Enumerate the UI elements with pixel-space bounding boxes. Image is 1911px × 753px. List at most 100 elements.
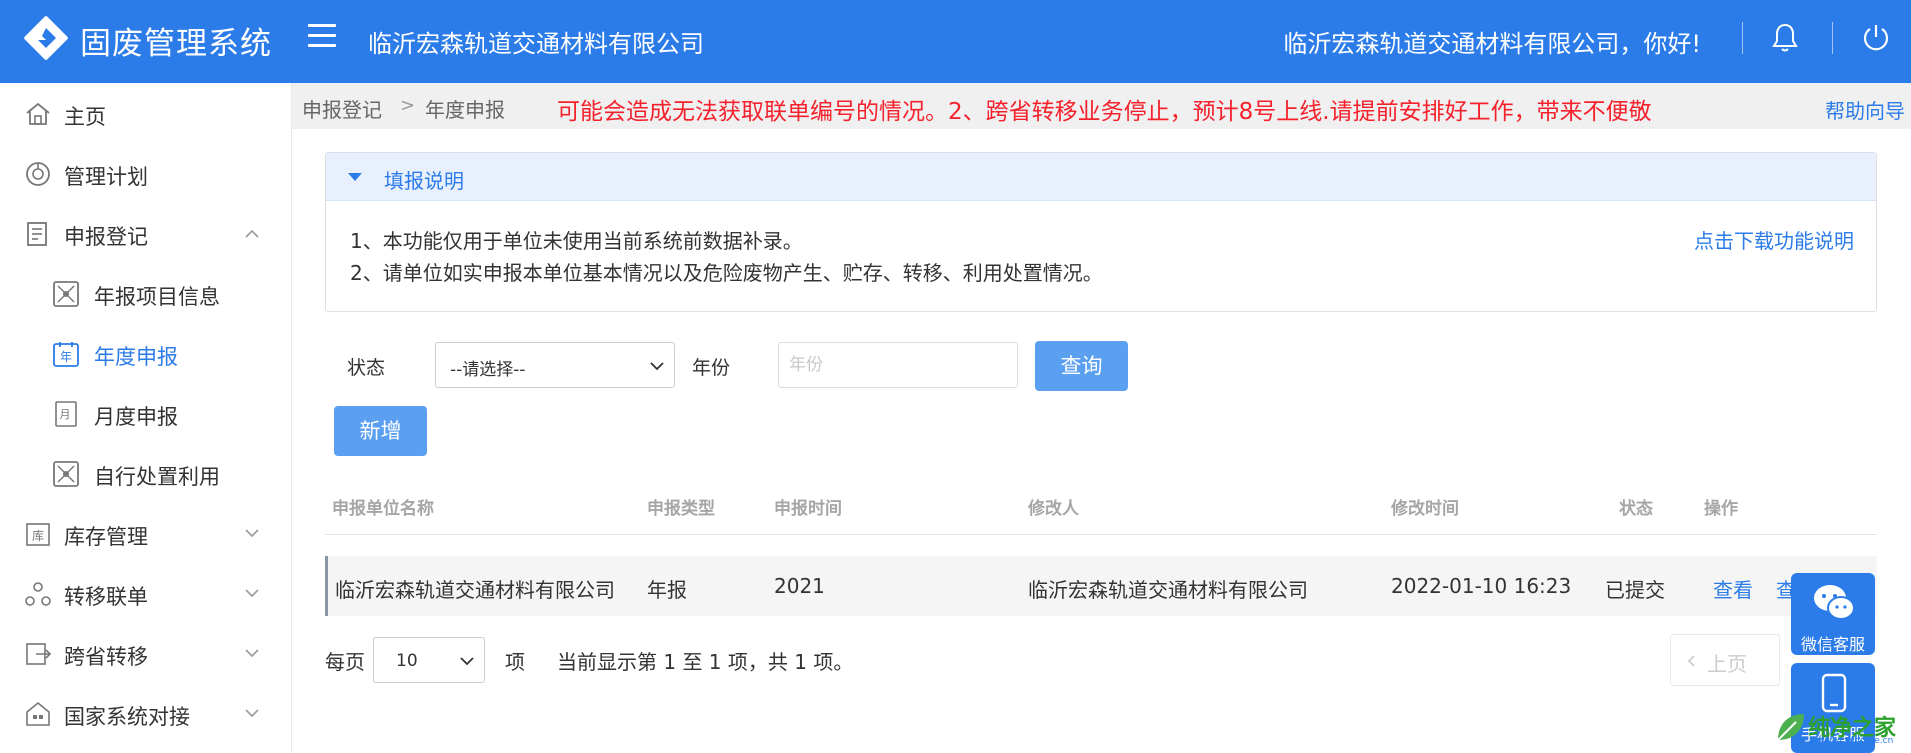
status-select[interactable]: --请选择-- — [435, 342, 675, 388]
prev-page-label: 上页 — [1707, 652, 1747, 676]
page-size-select[interactable]: 10 — [373, 637, 485, 683]
sidebar-item-monthly-report[interactable]: 月 月度申报 — [0, 386, 292, 442]
user-greeting: 临沂宏森轨道交通材料有限公司，你好! — [1283, 30, 1701, 58]
plan-icon — [26, 162, 50, 186]
svg-text:库: 库 — [32, 528, 44, 543]
sidebar-item-label: 管理计划 — [64, 165, 148, 189]
sidebar-item-home[interactable]: 主页 — [0, 86, 292, 142]
bell-icon[interactable] — [1770, 22, 1800, 54]
sidebar-item-inventory[interactable]: 库 库存管理 — [0, 506, 292, 562]
instruction-panel: 填报说明 1、本功能仅用于单位未使用当前系统前数据补录。 2、请单位如实申报本单… — [325, 152, 1877, 312]
status-select-value: --请选择-- — [450, 360, 526, 380]
instruction-line: 2、请单位如实申报本单位基本情况以及危险废物产生、贮存、转移、利用处置情况。 — [350, 261, 1103, 285]
cell-type: 年报 — [647, 578, 687, 602]
column-header-year[interactable]: 申报时间 — [774, 494, 842, 519]
chevron-down-icon — [245, 709, 259, 718]
wechat-service-label: 微信客服 — [1800, 635, 1865, 654]
prev-page-button[interactable]: 上页 — [1670, 634, 1780, 686]
instruction-panel-title: 填报说明 — [384, 169, 464, 193]
column-header-modifier[interactable]: 修改人 — [1028, 494, 1079, 519]
column-header-status[interactable]: 状态 — [1619, 494, 1653, 519]
power-icon[interactable] — [1860, 22, 1892, 54]
breadcrumb-item-register[interactable]: 申报登记 — [302, 94, 382, 123]
download-manual-link[interactable]: 点击下载功能说明 — [1694, 225, 1854, 254]
sidebar-item-label: 月度申报 — [94, 405, 178, 429]
sidebar-item-annual-report[interactable]: 年 年度申报 — [0, 326, 292, 382]
logo-icon — [24, 16, 68, 60]
watermark-url: www.ycwjhome.cn — [1810, 736, 1894, 746]
top-header: 固废管理系统 临沂宏森轨道交通材料有限公司 临沂宏森轨道交通材料有限公司，你好! — [0, 0, 1911, 83]
table-divider — [325, 534, 1877, 535]
year-input[interactable] — [778, 342, 1018, 388]
caret-down-icon — [348, 173, 362, 181]
cell-status: 已提交 — [1605, 578, 1665, 602]
sidebar-item-label: 年报项目信息 — [94, 285, 220, 309]
column-header-modified-time[interactable]: 修改时间 — [1391, 494, 1459, 519]
cell-year: 2021 — [774, 574, 825, 598]
sidebar-item-label: 自行处置利用 — [94, 465, 220, 489]
header-divider — [1742, 22, 1743, 54]
header-divider — [1832, 22, 1833, 54]
leaf-logo-icon — [1777, 714, 1804, 741]
chevron-down-icon — [245, 529, 259, 538]
help-guide-link[interactable]: 帮助向导 — [1825, 95, 1905, 124]
breadcrumb: 申报登记 > 年度申报 可能会造成无法获取联单编号的情况。2、跨省转移业务停止，… — [292, 83, 1911, 129]
sidebar-item-label: 转移联单 — [64, 585, 148, 609]
column-header-unit[interactable]: 申报单位名称 — [332, 494, 434, 519]
breadcrumb-item-current: 年度申报 — [425, 98, 505, 122]
cross-province-icon — [26, 643, 52, 665]
add-button[interactable]: 新增 — [334, 406, 427, 456]
transfer-icon — [25, 582, 51, 606]
column-header-type[interactable]: 申报类型 — [647, 494, 715, 519]
chevron-down-icon — [460, 657, 474, 666]
year-label: 年份 — [692, 357, 731, 379]
sidebar-item-label: 国家系统对接 — [64, 705, 190, 729]
sidebar-item-label: 跨省转移 — [64, 645, 148, 669]
instruction-line: 1、本功能仅用于单位未使用当前系统前数据补录。 — [350, 229, 803, 253]
company-title: 临沂宏森轨道交通材料有限公司 — [368, 30, 704, 58]
wechat-icon — [1814, 585, 1855, 620]
sidebar-item-project-info[interactable]: 年报项目信息 — [0, 266, 292, 322]
annual-report-icon: 年 — [53, 342, 79, 367]
sidebar-item-disposal[interactable]: 自行处置利用 — [0, 446, 292, 502]
per-page-label: 每页 — [325, 650, 365, 674]
page-size-value: 10 — [396, 651, 418, 671]
chevron-down-icon — [650, 362, 664, 371]
inventory-icon: 库 — [26, 523, 50, 546]
cell-modified-time: 2022-01-10 16:23 — [1391, 574, 1572, 598]
sidebar-item-national-system[interactable]: 国家系统对接 — [0, 686, 292, 742]
cell-unit: 临沂宏森轨道交通材料有限公司 — [335, 578, 615, 602]
sidebar-item-label: 申报登记 — [64, 225, 148, 249]
svg-text:年: 年 — [60, 350, 72, 364]
disposal-icon — [53, 461, 79, 487]
query-button[interactable]: 查询 — [1035, 341, 1128, 391]
sidebar-item-label: 库存管理 — [64, 525, 148, 549]
site-watermark: 纯净之家 www.ycwjhome.cn — [1770, 706, 1910, 750]
sidebar-item-label: 年度申报 — [94, 345, 178, 369]
svg-text:月: 月 — [60, 408, 71, 421]
sidebar-item-plan[interactable]: 管理计划 — [0, 146, 292, 202]
column-header-actions: 操作 — [1704, 499, 1738, 519]
instruction-panel-header[interactable]: 填报说明 — [326, 153, 1876, 201]
status-label: 状态 — [347, 357, 386, 379]
chevron-left-icon — [1687, 655, 1695, 667]
sidebar-item-transfer[interactable]: 转移联单 — [0, 566, 292, 622]
wechat-service-button[interactable]: 微信客服 — [1791, 573, 1875, 655]
view-link[interactable]: 查看 — [1713, 574, 1753, 603]
menu-toggle-icon[interactable] — [308, 24, 336, 50]
per-page-unit: 项 — [505, 650, 525, 674]
cell-modifier: 临沂宏森轨道交通材料有限公司 — [1028, 578, 1308, 602]
chevron-up-icon — [245, 229, 259, 238]
sidebar: 主页 管理计划 申报登记 年报项目信息 年 年度申报 月 月度申报 自行处置利用… — [0, 83, 292, 753]
register-icon — [27, 222, 47, 246]
chevron-down-icon — [245, 649, 259, 658]
monthly-report-icon: 月 — [55, 401, 77, 427]
sidebar-item-label: 主页 — [64, 105, 106, 129]
notice-marquee: 可能会造成无法获取联单编号的情况。2、跨省转移业务停止，预计8号上线.请提前安排… — [557, 99, 1652, 125]
sidebar-item-cross-province[interactable]: 跨省转移 — [0, 626, 292, 682]
home-icon — [26, 102, 50, 125]
national-system-icon — [26, 701, 50, 726]
breadcrumb-separator: > — [400, 95, 416, 116]
sidebar-item-register[interactable]: 申报登记 — [0, 206, 292, 262]
chevron-down-icon — [245, 589, 259, 598]
